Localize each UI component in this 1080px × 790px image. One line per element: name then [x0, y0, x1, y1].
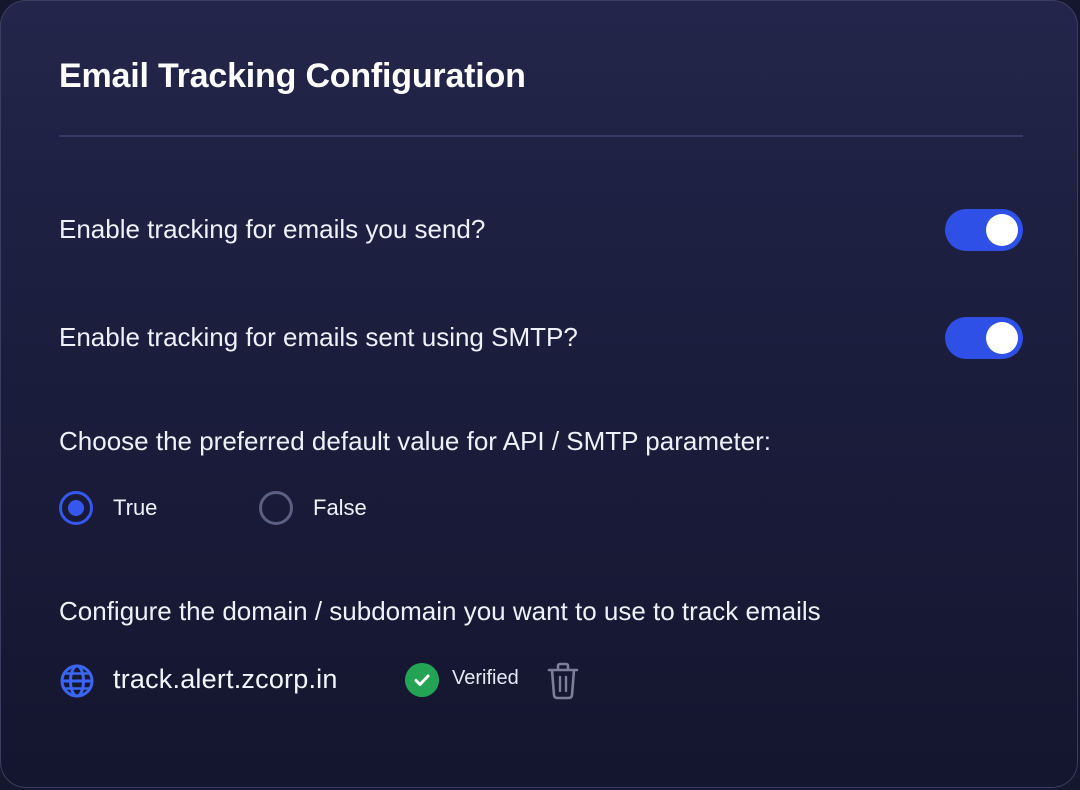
domain-value: track.alert.zcorp.in	[113, 664, 338, 694]
settings-card: Email Tracking Configuration Enable trac…	[0, 0, 1078, 788]
radio-false[interactable]: False	[259, 491, 367, 525]
radio-true-label: True	[113, 495, 158, 520]
toggle-knob	[986, 214, 1018, 246]
domain-config-label: Configure the domain / subdomain you wan…	[59, 596, 821, 626]
radio-true[interactable]: True	[59, 491, 157, 525]
default-value-label: Choose the preferred default value for A…	[59, 426, 772, 456]
status-badge: Verified	[452, 667, 519, 689]
radio-unselected-indicator	[259, 491, 293, 525]
track-sent-toggle[interactable]	[945, 209, 1023, 251]
title-divider	[59, 135, 1023, 137]
radio-selected-indicator	[59, 491, 93, 525]
track-smtp-label: Enable tracking for emails sent using SM…	[59, 322, 578, 352]
page-title: Email Tracking Configuration	[59, 57, 526, 95]
trash-icon[interactable]	[545, 661, 581, 701]
checkmark-icon	[405, 663, 439, 697]
globe-icon	[60, 664, 94, 698]
radio-false-label: False	[313, 495, 367, 520]
track-smtp-toggle[interactable]	[945, 317, 1023, 359]
track-sent-label: Enable tracking for emails you send?	[59, 214, 486, 244]
toggle-knob	[986, 322, 1018, 354]
